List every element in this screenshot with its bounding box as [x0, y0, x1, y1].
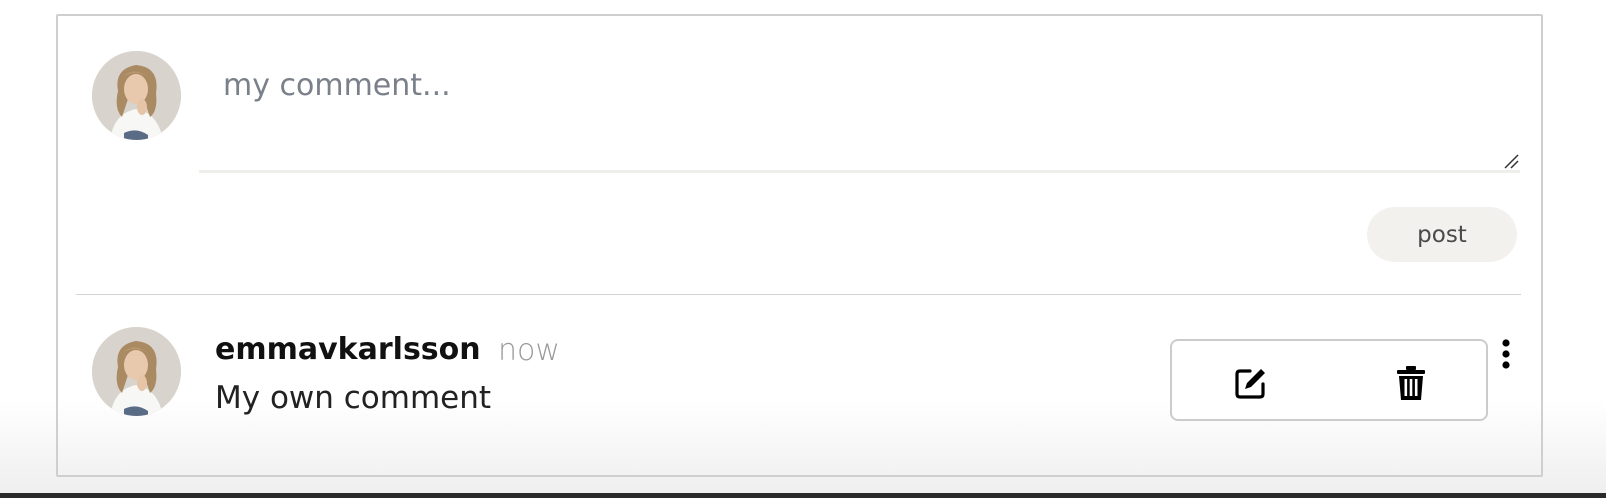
resize-handle-icon[interactable]	[1503, 153, 1519, 169]
trash-icon	[1397, 366, 1425, 400]
edit-icon	[1235, 369, 1265, 399]
comment-actions-menu	[1170, 339, 1488, 421]
window-bottom-edge	[0, 493, 1606, 498]
post-button[interactable]: post	[1367, 207, 1517, 262]
section-divider	[76, 294, 1521, 295]
comment-body: My own comment	[215, 380, 492, 416]
comment-timestamp: now	[498, 333, 560, 368]
delete-comment-button[interactable]	[1393, 365, 1429, 401]
comment-author-avatar	[92, 327, 181, 416]
comment-input[interactable]	[199, 52, 1520, 173]
more-vertical-icon[interactable]	[1496, 338, 1516, 372]
comment-username[interactable]: emmavkarlsson	[215, 332, 481, 367]
current-user-avatar	[92, 51, 181, 140]
edit-comment-button[interactable]	[1233, 365, 1269, 401]
